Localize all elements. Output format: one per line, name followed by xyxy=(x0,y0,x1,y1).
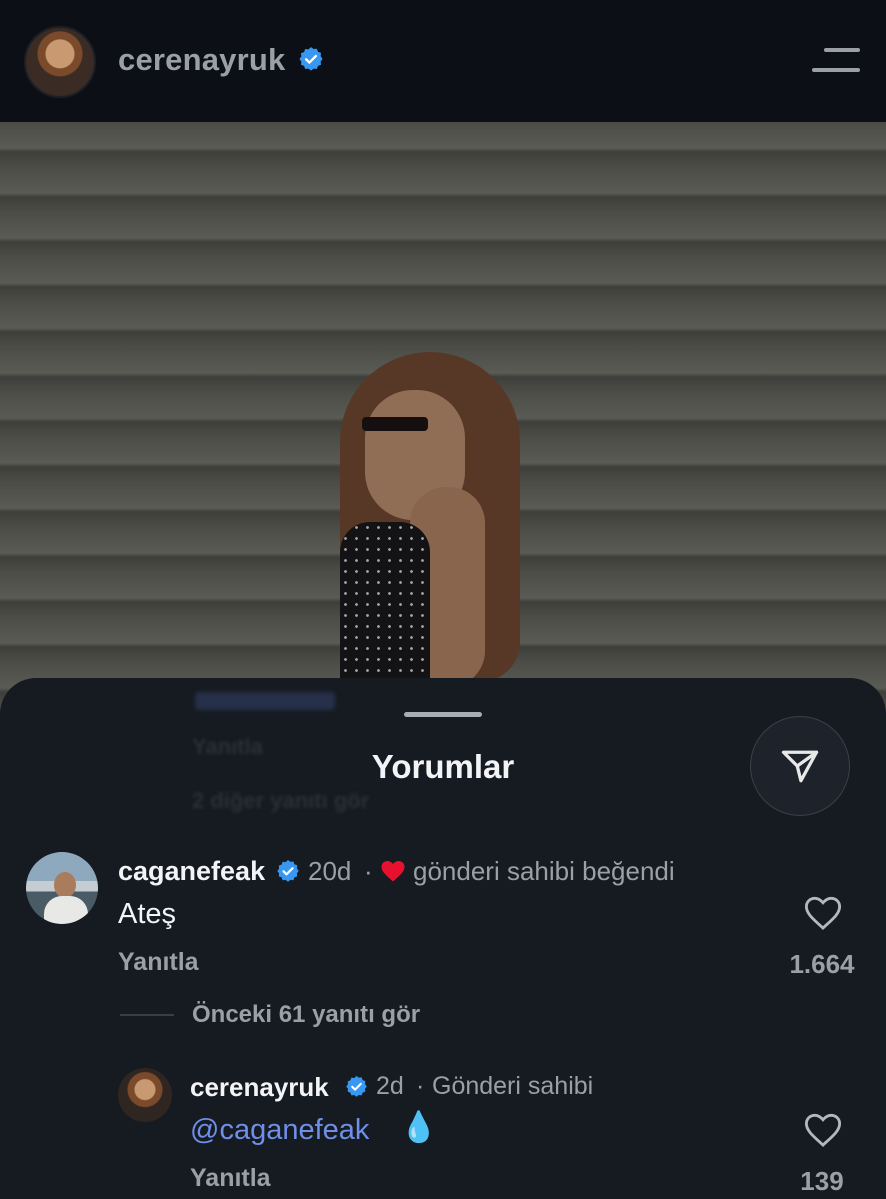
photo-dim-overlay xyxy=(0,122,886,722)
owner-liked-label: gönderi sahibi beğendi xyxy=(413,856,675,886)
reply-button[interactable]: Yanıtla xyxy=(118,948,199,977)
profile-header: cerenayruk xyxy=(0,0,886,122)
comment-time: 20d xyxy=(308,856,352,886)
like-heart-icon[interactable] xyxy=(804,895,842,931)
profile-avatar[interactable] xyxy=(24,26,96,98)
ghost-more-replies: 2 diğer yanıtı gör xyxy=(192,788,370,813)
meta-separator: · xyxy=(416,1072,425,1100)
meta-separator: · xyxy=(364,856,373,886)
sheet-drag-handle[interactable] xyxy=(404,712,482,717)
like-count: 139 xyxy=(800,1166,844,1196)
share-button[interactable] xyxy=(750,716,850,816)
comment-avatar[interactable] xyxy=(26,852,98,924)
verified-badge-icon xyxy=(346,1075,367,1097)
comments-sheet: Yanıtla 2 diğer yanıtı gör Yorumlar caga… xyxy=(0,678,886,1199)
verified-badge-icon xyxy=(299,47,323,71)
like-heart-icon[interactable] xyxy=(804,1112,842,1148)
post-owner-label: Gönderi sahibi xyxy=(432,1072,594,1100)
send-icon xyxy=(781,750,819,783)
liked-heart-icon xyxy=(381,861,405,882)
comment-username[interactable]: caganefeak xyxy=(118,856,265,887)
hamburger-menu-icon[interactable] xyxy=(812,46,860,76)
like-count: 1.664 xyxy=(789,949,855,979)
reply-avatar[interactable] xyxy=(118,1068,172,1122)
reply-username[interactable]: cerenayruk xyxy=(190,1072,329,1103)
reply-mention[interactable]: @caganefeak xyxy=(190,1114,369,1147)
ghost-username xyxy=(195,692,335,710)
replies-divider xyxy=(120,1014,174,1016)
droplet-emoji: 💧 xyxy=(400,1111,438,1144)
profile-username[interactable]: cerenayruk xyxy=(118,42,285,78)
post-photo[interactable] xyxy=(0,122,886,722)
comment-text: Ateş xyxy=(118,898,177,930)
verified-badge-icon xyxy=(277,860,299,882)
view-previous-replies[interactable]: Önceki 61 yanıtı gör xyxy=(192,1001,420,1029)
reply-button[interactable]: Yanıtla xyxy=(190,1164,271,1193)
reply-time: 2d xyxy=(376,1072,404,1100)
